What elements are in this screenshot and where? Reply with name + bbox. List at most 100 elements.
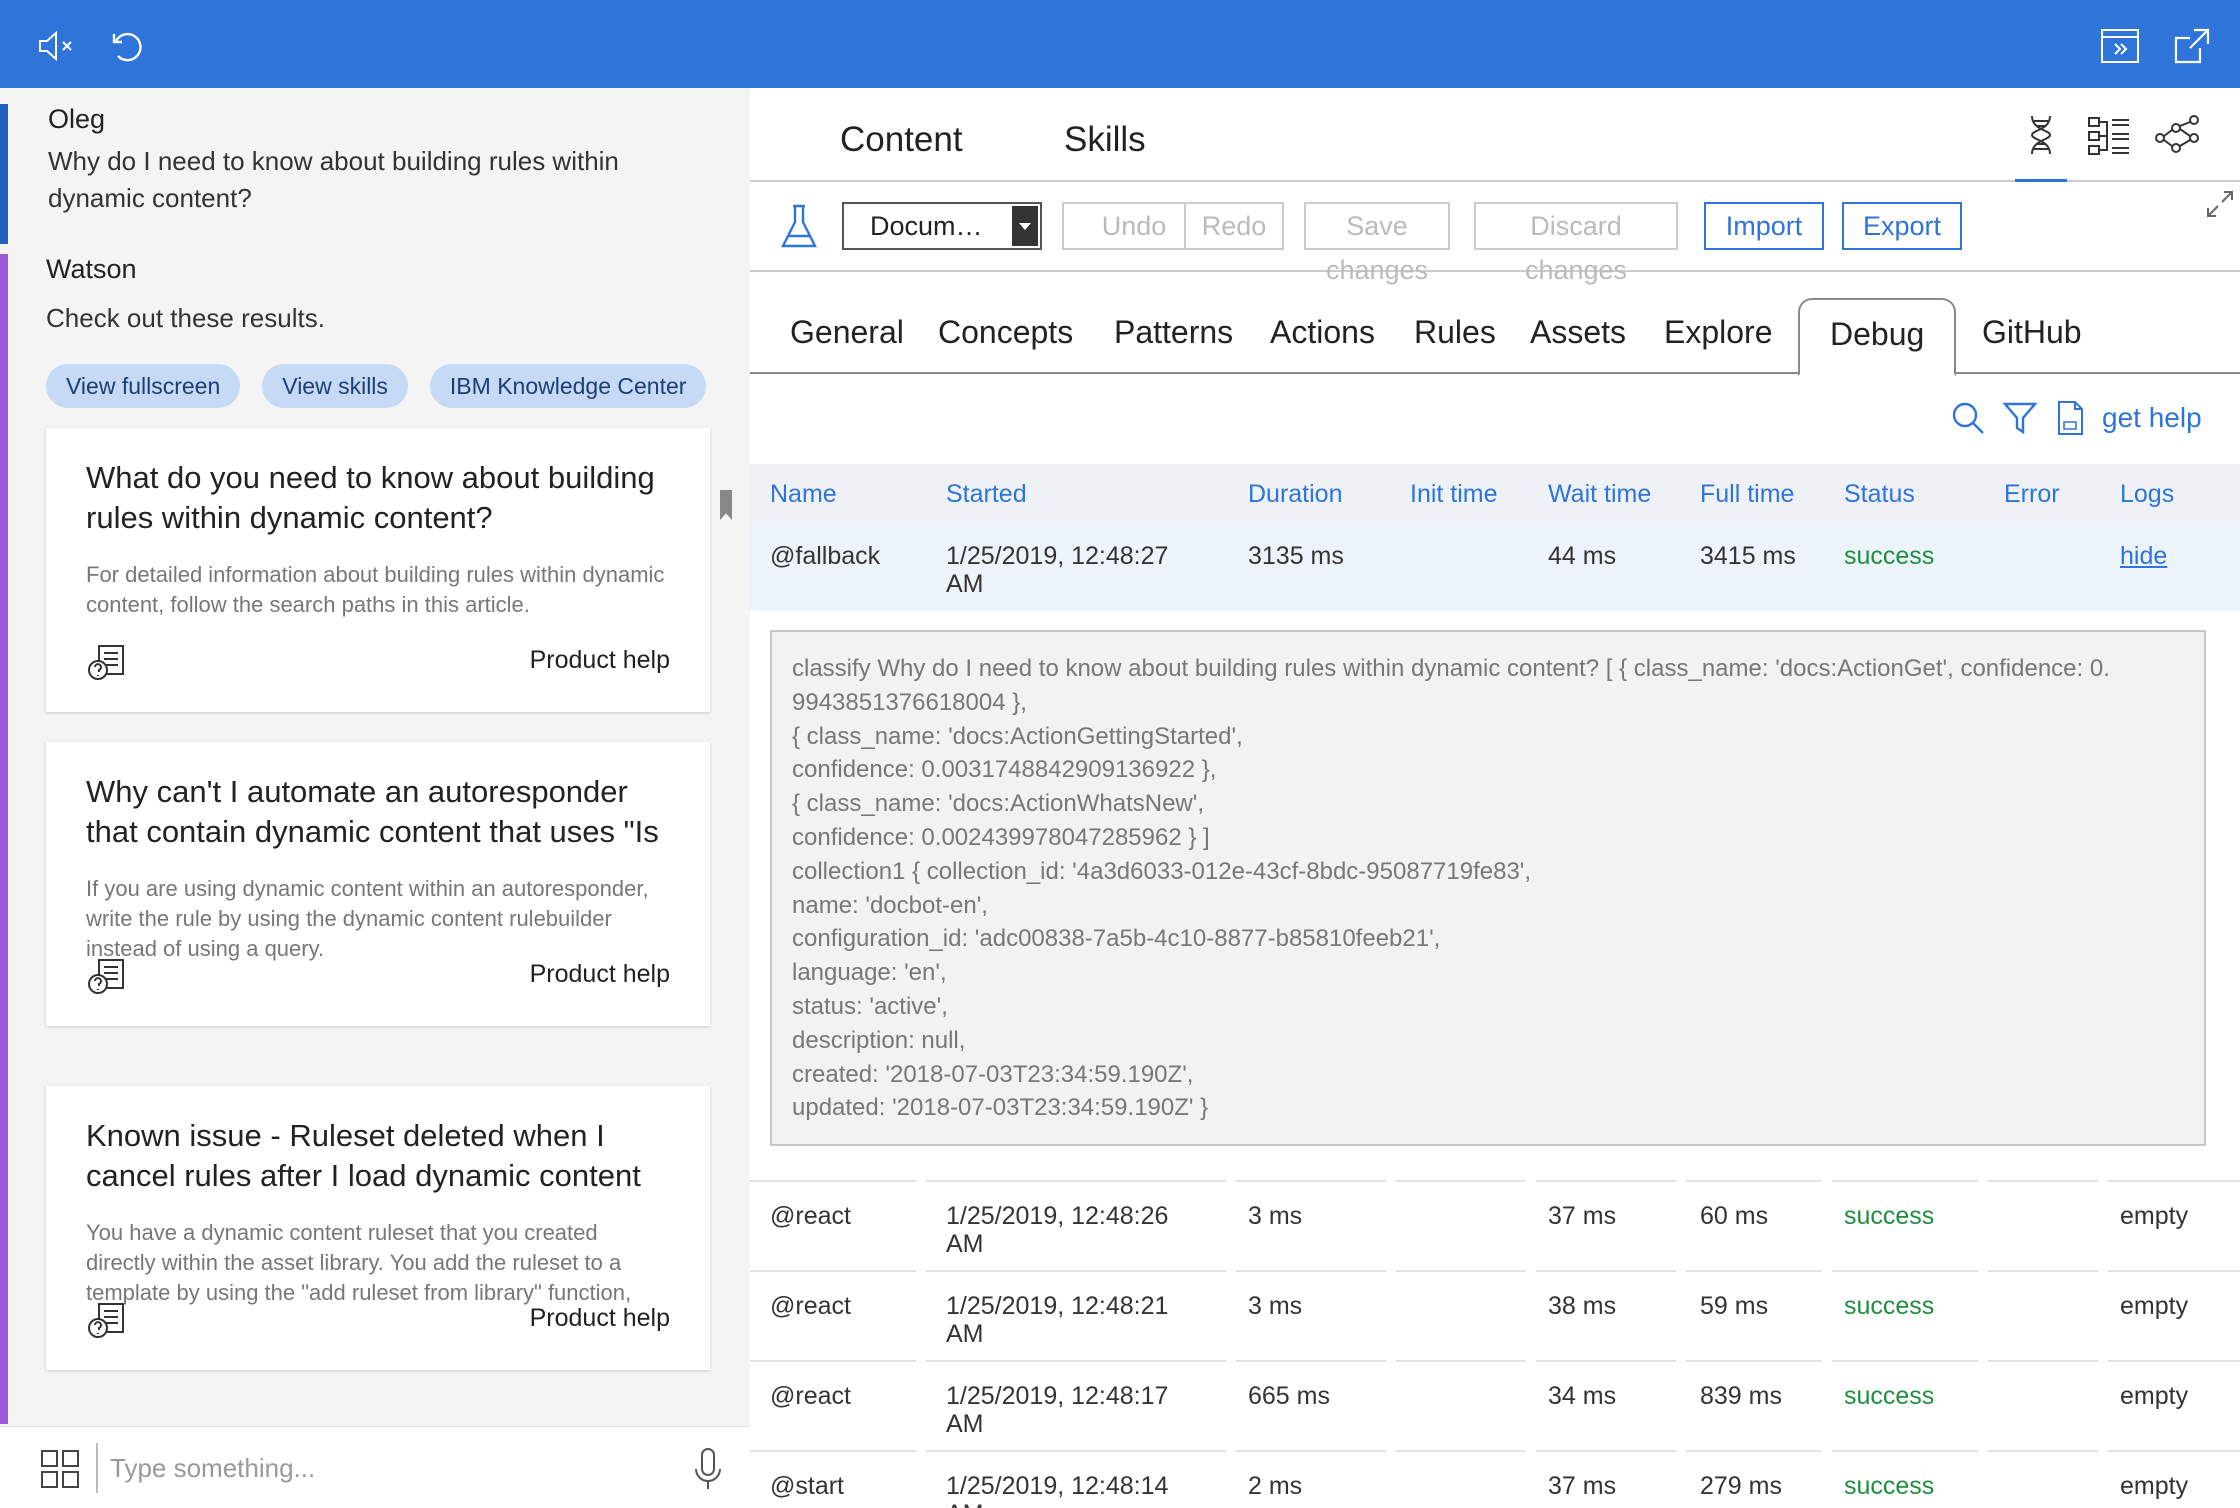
log-line: description: null, [792, 1026, 966, 1054]
input-divider [96, 1443, 98, 1493]
get-help-link[interactable]: get help [2102, 402, 2202, 434]
log-line: confidence: 0.0031748842909136922 }, [792, 756, 1217, 784]
filter-icon[interactable] [2002, 400, 2038, 436]
row-full-time: 59 ms [1700, 1292, 1769, 1320]
row-status: success [1844, 1202, 1935, 1230]
apps-grid-icon[interactable] [40, 1449, 80, 1489]
external-link-icon[interactable] [2172, 26, 2212, 66]
product-help-label: Product help [529, 1304, 670, 1332]
editor-toolbar: Docum… Undo Redo Save changes Discard ch… [750, 182, 2240, 285]
tab-general[interactable]: General [790, 314, 904, 351]
export-button[interactable]: Export [1842, 202, 1962, 250]
log-line: created: '2018-07-03T23:34:59.190Z', [792, 1060, 1194, 1088]
column-header-status[interactable]: Status [1844, 480, 1915, 509]
table-row[interactable]: @start 1/25/2019, 12:48:14 AM 2 ms 37 ms… [750, 1450, 2240, 1508]
row-started-ampm: AM [946, 1320, 984, 1348]
row-wait-time: 37 ms [1548, 1202, 1617, 1230]
row-started: 1/25/2019, 12:48:14 [946, 1472, 1169, 1500]
csv-file-icon[interactable] [2052, 400, 2088, 436]
log-output: classify Why do I need to know about bui… [770, 630, 2206, 1146]
tab-github[interactable]: GitHub [1982, 314, 2082, 351]
row-started-ampm: AM [946, 1410, 984, 1438]
chat-input[interactable] [110, 1445, 670, 1491]
column-header-full-time[interactable]: Full time [1700, 480, 1794, 509]
table-row[interactable]: @react 1/25/2019, 12:48:17 AM 665 ms 34 … [750, 1360, 2240, 1450]
table-row[interactable]: @react 1/25/2019, 12:48:21 AM 3 ms 38 ms… [750, 1270, 2240, 1360]
log-line: { class_name: 'docs:ActionGettingStarted… [792, 722, 1243, 750]
log-line: status: 'active', [792, 992, 948, 1020]
view-fullscreen-chip[interactable]: View fullscreen [46, 364, 241, 408]
help-doc-icon [86, 1300, 126, 1340]
view-skills-chip[interactable]: View skills [262, 364, 408, 408]
result-card-description: If you are using dynamic content within … [86, 876, 649, 961]
dna-icon[interactable] [2015, 112, 2067, 182]
tree-view-icon[interactable] [2086, 112, 2132, 158]
row-wait-time: 34 ms [1548, 1382, 1617, 1410]
skill-editor-panel: Content Skills Docum… Undo Redo Save cha… [750, 88, 2240, 1508]
discard-changes-button[interactable]: Discard changes [1474, 202, 1678, 285]
product-help-label: Product help [529, 960, 670, 988]
product-help-label: Product help [529, 646, 670, 674]
row-status: success [1844, 1382, 1935, 1410]
column-header-logs[interactable]: Logs [2120, 480, 2174, 509]
log-line: name: 'docbot-en', [792, 891, 988, 919]
tab-actions[interactable]: Actions [1270, 314, 1375, 351]
row-full-time: 60 ms [1700, 1202, 1769, 1230]
log-line: classify Why do I need to know about bui… [792, 655, 2110, 682]
user-name: Oleg [48, 104, 106, 134]
top-bar [0, 0, 2240, 88]
result-card[interactable]: Known issue - Ruleset deleted when I can… [46, 1086, 710, 1370]
row-duration: 3 ms [1248, 1292, 1303, 1320]
user-message: Oleg Why do I need to know about buildin… [0, 104, 750, 244]
log-line: confidence: 0.002439978047285962 } ] [792, 823, 1210, 851]
panel-toggle-icon[interactable] [2100, 26, 2140, 66]
tab-assets[interactable]: Assets [1530, 314, 1626, 351]
tab-debug[interactable]: Debug [1798, 298, 1957, 376]
knowledge-center-chip[interactable]: IBM Knowledge Center [429, 364, 707, 408]
row-logs: empty [2120, 1202, 2189, 1230]
result-card-title: Known issue - Ruleset deleted when I can… [86, 1118, 641, 1193]
tab-patterns[interactable]: Patterns [1114, 314, 1233, 351]
row-name: @react [770, 1382, 851, 1410]
result-card[interactable]: Why can't I automate an autoresponder th… [46, 742, 710, 1026]
column-header-duration[interactable]: Duration [1248, 480, 1343, 509]
tab-content[interactable]: Content [840, 120, 963, 160]
result-card-title: Why can't I automate an autoresponder th… [86, 774, 659, 849]
row-started: 1/25/2019, 12:48:17 [946, 1382, 1169, 1410]
microphone-icon[interactable] [692, 1447, 724, 1491]
save-changes-button[interactable]: Save changes [1304, 202, 1450, 285]
row-name: @react [770, 1292, 851, 1320]
column-header-error[interactable]: Error [2004, 480, 2060, 509]
chevron-down-icon[interactable] [1012, 206, 1038, 246]
redo-button[interactable]: Redo [1184, 202, 1284, 250]
hide-logs-link[interactable]: hide [2120, 542, 2167, 570]
row-wait-time: 44 ms [1548, 542, 1617, 570]
chip-row: View fullscreen View skills IBM Knowledg… [46, 364, 707, 408]
tab-rules[interactable]: Rules [1414, 314, 1496, 351]
tab-concepts[interactable]: Concepts [938, 314, 1073, 351]
debug-table-header: Name Started Duration Init time Wait tim… [750, 464, 2240, 522]
column-header-started[interactable]: Started [946, 480, 1027, 509]
log-line: configuration_id: 'adc00838-7a5b-4c10-88… [792, 925, 1441, 953]
import-button[interactable]: Import [1704, 202, 1824, 250]
flask-icon[interactable] [778, 202, 820, 252]
search-icon[interactable] [1950, 400, 1986, 436]
tab-skills[interactable]: Skills [1064, 120, 1146, 160]
row-full-time: 839 ms [1700, 1382, 1782, 1410]
column-header-wait-time[interactable]: Wait time [1548, 480, 1651, 509]
table-row[interactable]: @react 1/25/2019, 12:48:26 AM 3 ms 37 ms… [750, 1180, 2240, 1270]
expand-icon[interactable] [2204, 188, 2236, 220]
row-duration: 3 ms [1248, 1202, 1303, 1230]
tab-explore[interactable]: Explore [1664, 314, 1773, 351]
flow-graph-icon[interactable] [2154, 112, 2200, 158]
table-row[interactable]: @fallback 1/25/2019, 12:48:27 AM 3135 ms… [750, 522, 2240, 610]
refresh-icon[interactable] [108, 26, 148, 66]
user-message-text: Why do I need to know about building rul… [48, 146, 619, 213]
skill-tab-bar: General Concepts Patterns Actions Rules … [750, 272, 2240, 376]
result-card[interactable]: What do you need to know about building … [46, 428, 710, 712]
document-select[interactable]: Docum… [842, 202, 1042, 250]
mute-icon[interactable] [36, 26, 76, 66]
column-header-init-time[interactable]: Init time [1410, 480, 1498, 509]
column-header-name[interactable]: Name [770, 480, 837, 509]
row-name: @start [770, 1472, 844, 1500]
